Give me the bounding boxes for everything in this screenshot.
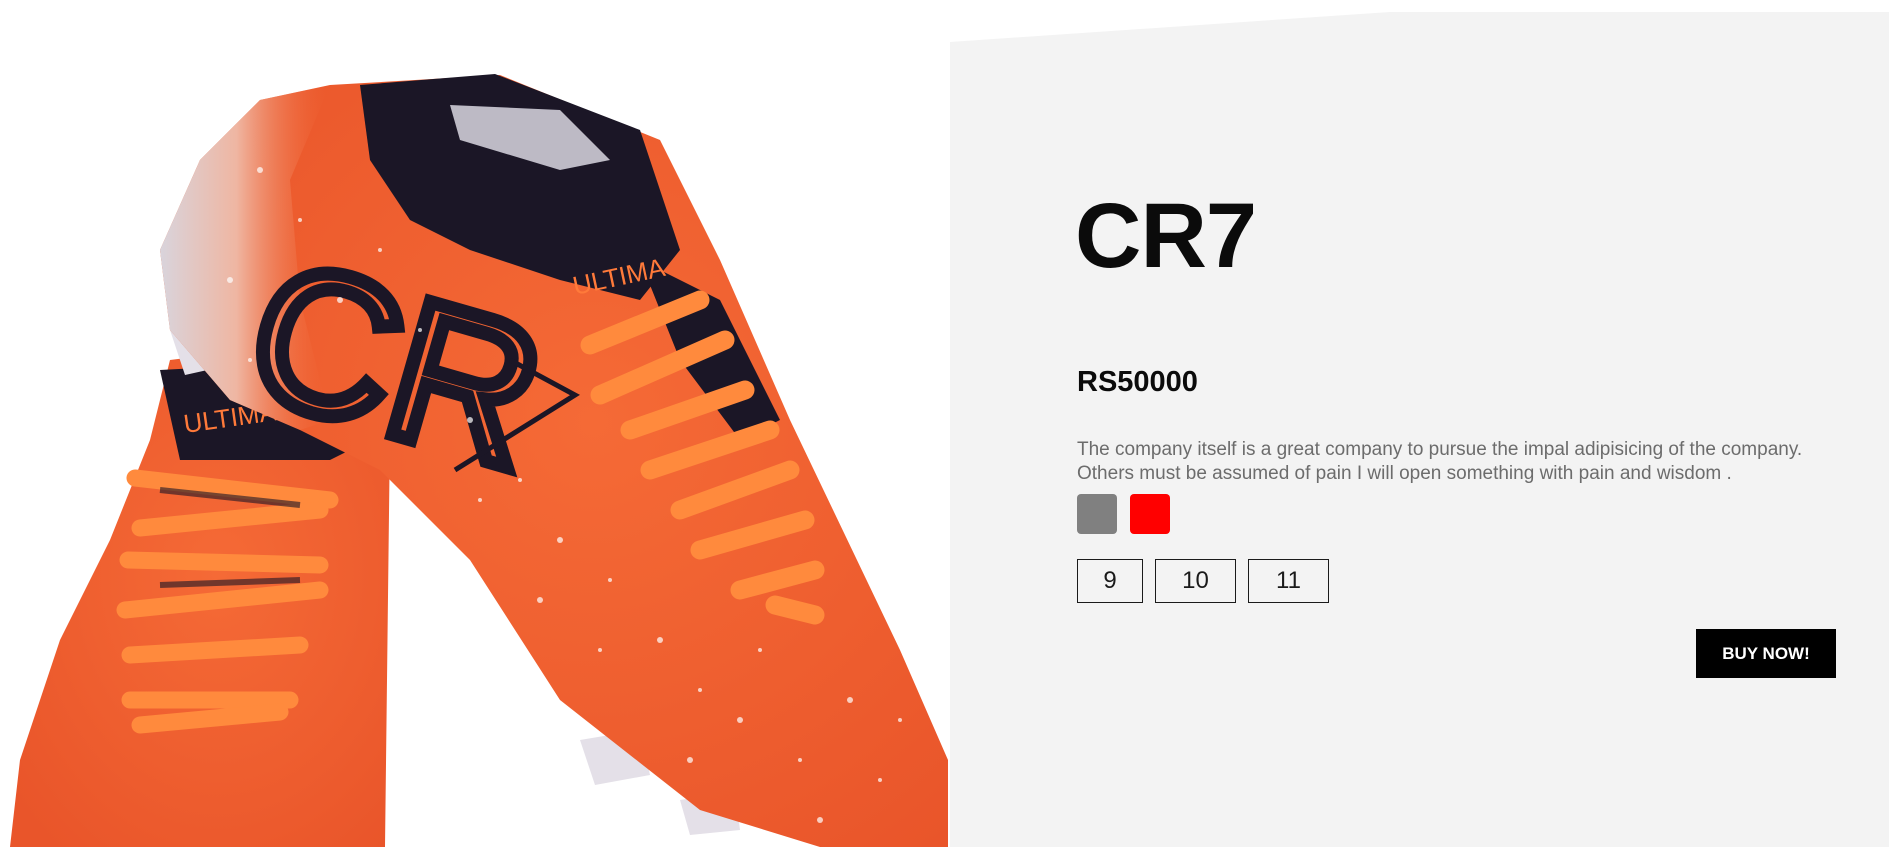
product-description: The company itself is a great company to… [1077,439,1803,484]
color-options [1077,494,1170,534]
color-swatch-grey[interactable] [1077,494,1117,534]
color-swatch-red[interactable] [1130,494,1170,534]
product-image: ULTIMA CR ULTIMA [0,0,950,847]
product-title: CR7 [1075,185,1257,287]
product-detail-panel: CR7 RS50000 The company itself is a grea… [950,12,1889,847]
size-options: 9 10 11 [1077,559,1329,603]
page-bottom-edge [0,847,1889,861]
size-option-10[interactable]: 10 [1155,559,1236,603]
size-option-9[interactable]: 9 [1077,559,1143,603]
size-option-11[interactable]: 11 [1248,559,1329,603]
buy-now-button[interactable]: BUY NOW! [1696,629,1836,678]
product-price: RS50000 [1077,366,1198,398]
product-page: ULTIMA CR ULTIMA CR7 RS50000 The company… [0,0,1889,861]
